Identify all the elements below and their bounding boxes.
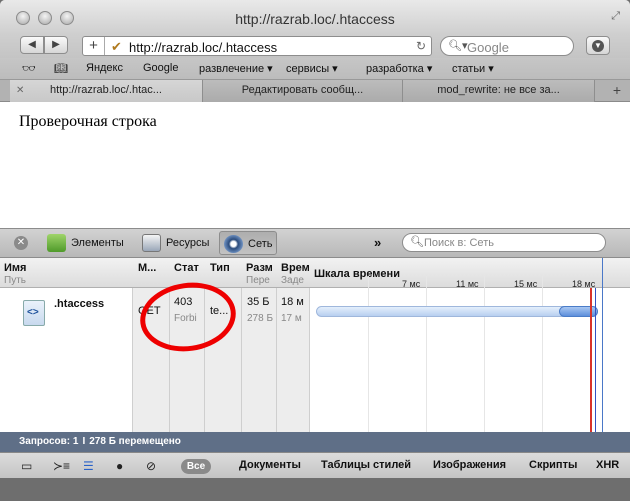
reading-list-icon[interactable]: 👓︎	[22, 62, 36, 75]
col-time-header[interactable]: Врем	[281, 262, 309, 274]
address-bar[interactable]: + ✔ http://razrab.loc/.htaccess ↻	[82, 36, 432, 56]
window-shadow	[0, 478, 630, 501]
resources-icon	[142, 234, 161, 253]
network-header: Имя Путь М... Стат Тип Разм Пере Врем За…	[0, 258, 630, 289]
url-text[interactable]: http://razrab.loc/.htaccess	[129, 40, 277, 55]
bookmark-entertainment[interactable]: развлечение ▾	[199, 62, 273, 75]
title-bar: http://razrab.loc/.htaccess ⤢	[0, 0, 630, 34]
timeline-tick: 11 мс	[456, 279, 479, 289]
download-icon: ▼	[592, 40, 604, 52]
timeline-gridline	[426, 276, 427, 432]
page-text: Проверочная строка	[19, 113, 157, 130]
downloads-button[interactable]: ▼	[586, 36, 610, 55]
timeline-gridline	[368, 276, 369, 432]
tab-bar: ✕ http://razrab.loc/.htac... Редактирова…	[0, 80, 630, 102]
site-check-icon: ✔	[111, 39, 122, 54]
inspector-search-input[interactable]: 🔍︎ Поиск в: Сеть	[402, 233, 606, 252]
elements-tab[interactable]: Элементы	[47, 231, 124, 255]
resources-tab[interactable]: Ресурсы	[142, 231, 209, 255]
filter-bar: ▭ ≻≡ ☰ ● ⊘ Все Документы Таблицы стилей …	[0, 452, 630, 478]
col-method-header[interactable]: М...	[138, 262, 168, 274]
bookmark-yandex[interactable]: Яндекс	[86, 62, 123, 74]
file-icon: <>	[23, 300, 45, 326]
timeline-latency-bar	[316, 306, 598, 317]
timeline-download-bar	[559, 306, 598, 317]
status-separator: I	[82, 436, 86, 447]
col-type-header[interactable]: Тип	[210, 262, 240, 274]
close-inspector-button[interactable]: ✕	[14, 236, 28, 250]
request-transferred: 278 Б	[247, 313, 274, 324]
request-size: 35 Б	[247, 296, 270, 308]
web-search-placeholder: Google	[467, 40, 509, 55]
web-search-input[interactable]: 🔍︎▾ Google	[440, 36, 574, 56]
request-name: .htaccess	[54, 298, 105, 310]
tab-edit-message[interactable]: Редактировать сообщ...	[203, 80, 403, 102]
network-tab[interactable]: Сеть	[219, 231, 278, 255]
filter-all-button[interactable]: Все	[181, 459, 211, 474]
window-title: http://razrab.loc/.htaccess	[235, 11, 395, 27]
request-count: Запросов: 1	[19, 436, 79, 447]
console-icon[interactable]: ≻≡	[53, 459, 70, 473]
elements-icon	[47, 234, 66, 253]
inspector-toolbar: ✕ Элементы Ресурсы Сеть » 🔍︎ Поиск в: Се…	[0, 228, 630, 258]
timeline-gridline	[484, 276, 485, 432]
resources-label: Ресурсы	[166, 237, 210, 249]
add-bookmark-button[interactable]: +	[83, 37, 105, 55]
col-transfer-header: Пере	[246, 275, 270, 286]
search-icon: 🔍︎▾	[448, 40, 468, 52]
col-timeline-header[interactable]: Шкала времени	[314, 268, 400, 280]
close-tab-icon[interactable]: ✕	[16, 80, 24, 101]
page-content: Проверочная строка	[0, 102, 630, 228]
forward-button[interactable]: ▶	[44, 36, 68, 54]
record-icon[interactable]: ●	[116, 459, 123, 473]
bookmark-services[interactable]: сервисы ▾	[286, 62, 338, 75]
col-latency-header: Заде	[281, 275, 304, 286]
timeline-tick: 15 мс	[514, 279, 538, 289]
col-status-header[interactable]: Стат	[174, 262, 204, 274]
list-view-icon[interactable]: ☰	[83, 459, 94, 473]
fullscreen-icon[interactable]: ⤢	[611, 10, 620, 23]
request-time: 18 м	[281, 296, 304, 308]
timeline-edge-line	[602, 258, 603, 432]
filter-images[interactable]: Изображения	[433, 459, 506, 471]
network-icon	[224, 235, 243, 254]
tab-htaccess[interactable]: ✕ http://razrab.loc/.htac...	[10, 80, 203, 102]
navigation-toolbar: ◀ ▶ + ✔ http://razrab.loc/.htaccess ↻ 🔍︎…	[0, 34, 630, 58]
col-name-header[interactable]: Имя	[4, 262, 26, 274]
tab-label: Редактировать сообщ...	[241, 84, 364, 96]
bookmark-articles[interactable]: статьи ▾	[452, 62, 494, 75]
filter-xhr[interactable]: XHR	[596, 459, 619, 471]
dom-content-line	[595, 288, 596, 432]
timeline-gridline	[542, 276, 543, 432]
tab-mod-rewrite[interactable]: mod_rewrite: не все за...	[403, 80, 595, 102]
timeline-tick: 7 мс	[402, 279, 421, 289]
bookmarks-book-icon[interactable]: 📖︎	[54, 62, 68, 75]
bookmarks-bar: 👓︎ 📖︎ Яндекс Google развлечение ▾ сервис…	[0, 58, 630, 80]
browser-window: http://razrab.loc/.htaccess ⤢ ◀ ▶ + ✔ ht…	[0, 0, 630, 501]
transferred-total: 278 Б перемещено	[89, 436, 181, 447]
bookmark-google[interactable]: Google	[143, 62, 178, 74]
col-size-header[interactable]: Разм	[246, 262, 276, 274]
tab-label: http://razrab.loc/.htac...	[50, 84, 162, 96]
dock-icon[interactable]: ▭	[21, 459, 32, 473]
col-path-header: Путь	[4, 275, 26, 286]
network-status-bar: Запросов: 1 I 278 Б перемещено	[0, 432, 630, 452]
inspector-search-placeholder: Поиск в: Сеть	[424, 237, 494, 249]
more-panels-button[interactable]: »	[374, 235, 381, 250]
filter-documents[interactable]: Документы	[239, 459, 301, 471]
clear-icon[interactable]: ⊘	[146, 459, 156, 473]
elements-label: Элементы	[71, 237, 124, 249]
bookmark-development[interactable]: разработка ▾	[366, 62, 432, 75]
tab-label: mod_rewrite: не все за...	[437, 84, 560, 96]
filter-scripts[interactable]: Скрипты	[529, 459, 577, 471]
new-tab-button[interactable]: +	[604, 80, 630, 102]
search-icon: 🔍︎	[410, 236, 424, 248]
request-latency: 17 м	[281, 313, 302, 324]
reload-icon[interactable]: ↻	[416, 39, 426, 53]
filter-stylesheets[interactable]: Таблицы стилей	[321, 459, 411, 471]
load-event-line	[590, 288, 592, 432]
network-label: Сеть	[248, 238, 273, 250]
network-panel: Имя Путь М... Стат Тип Разм Пере Врем За…	[0, 258, 630, 432]
back-button[interactable]: ◀	[20, 36, 44, 54]
